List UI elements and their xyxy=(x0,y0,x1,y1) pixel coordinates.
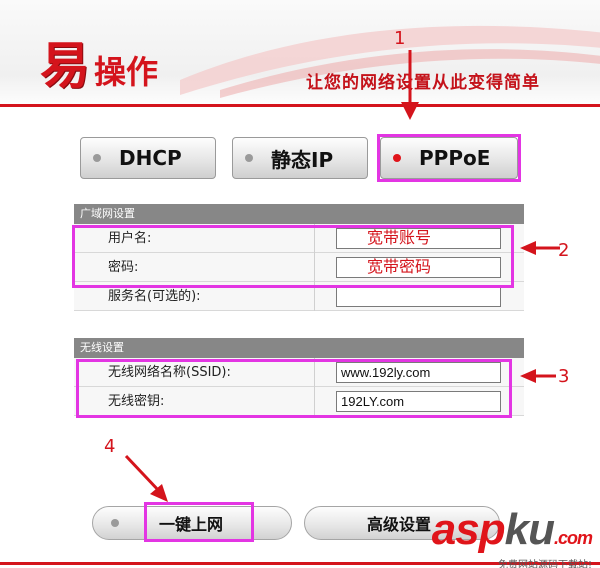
watermark: aspku.com 免费网站源码下载站! xyxy=(431,505,593,568)
password-input[interactable]: 宽带密码 xyxy=(336,257,501,278)
form-row-username: 用户名: 宽带账号 xyxy=(74,224,524,253)
ssid-input[interactable]: www.192ly.com xyxy=(336,362,501,383)
field-label: 密码: xyxy=(108,260,139,275)
column-divider xyxy=(314,282,315,311)
form-row-password: 密码: 宽带密码 xyxy=(74,253,524,282)
annotation-arrow-1 xyxy=(401,50,419,120)
annotation-number-2: 2 xyxy=(558,240,570,261)
mode-button-static-ip[interactable]: 静态IP xyxy=(232,137,368,179)
username-input[interactable]: 宽带账号 xyxy=(336,228,501,249)
radio-dot-icon xyxy=(93,154,101,162)
form-row-wireless-key: 无线密钥: 192LY.com xyxy=(74,387,524,416)
watermark-logo-part-b: ku xyxy=(504,505,555,554)
header-banner: 易 操作 让您的网络设置从此变得简单 xyxy=(0,0,600,108)
annotation-arrow-2 xyxy=(520,241,560,255)
service-name-input[interactable] xyxy=(336,286,501,307)
column-divider xyxy=(314,387,315,416)
button-label: 高级设置 xyxy=(367,515,432,534)
section-title: 无线设置 xyxy=(74,338,524,358)
form-row-service-name: 服务名(可选的): xyxy=(74,282,524,311)
wireless-settings-section: 无线设置 无线网络名称(SSID): www.192ly.com 无线密钥: 1… xyxy=(74,338,524,416)
header-divider xyxy=(0,104,600,107)
mode-button-label: 静态IP xyxy=(271,147,334,172)
mode-button-label: DHCP xyxy=(119,146,182,170)
wireless-key-input[interactable]: 192LY.com xyxy=(336,391,501,412)
mode-button-pppoe[interactable]: PPPoE xyxy=(380,137,518,179)
form-row-ssid: 无线网络名称(SSID): www.192ly.com xyxy=(74,358,524,387)
field-label: 无线网络名称(SSID): xyxy=(108,365,231,380)
column-divider xyxy=(314,358,315,387)
annotation-number-4: 4 xyxy=(104,436,116,457)
wan-settings-section: 广域网设置 用户名: 宽带账号 密码: 宽带密码 服务名(可选的): xyxy=(74,204,524,311)
radio-dot-icon xyxy=(111,519,119,527)
watermark-logo-part-a: asp xyxy=(431,505,506,554)
one-click-connect-button[interactable]: 一键上网 xyxy=(92,506,292,540)
slogan: 让您的网络设置从此变得简单 xyxy=(306,73,540,93)
column-divider xyxy=(314,224,315,253)
watermark-tld: .com xyxy=(553,528,593,548)
annotation-number-3: 3 xyxy=(558,366,570,387)
annotation-arrow-3 xyxy=(520,369,556,383)
logo: 易 操作 xyxy=(40,36,158,92)
column-divider xyxy=(314,253,315,282)
button-label: 一键上网 xyxy=(159,515,224,534)
mode-button-dhcp[interactable]: DHCP xyxy=(80,137,216,179)
field-label: 无线密钥: xyxy=(108,394,165,409)
watermark-logo: aspku.com xyxy=(431,505,593,560)
radio-dot-selected-icon xyxy=(393,154,401,162)
mode-button-label: PPPoE xyxy=(419,146,491,170)
field-label: 服务名(可选的): xyxy=(108,289,201,304)
annotation-number-1: 1 xyxy=(394,28,406,49)
logo-big-char: 易 xyxy=(40,36,90,95)
annotation-arrow-4 xyxy=(124,454,168,502)
logo-text: 操作 xyxy=(94,53,159,91)
field-label: 用户名: xyxy=(108,231,152,246)
radio-dot-icon xyxy=(245,154,253,162)
section-title: 广域网设置 xyxy=(74,204,524,224)
